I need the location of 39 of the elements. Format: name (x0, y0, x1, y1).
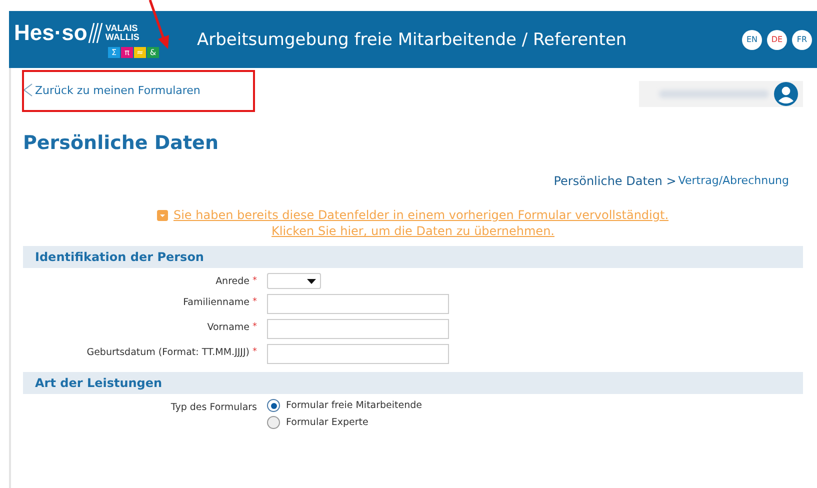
user-menu[interactable] (639, 81, 803, 107)
radio-button[interactable] (267, 416, 280, 429)
app-title: Arbeitsumgebung freie Mitarbeitende / Referenten (197, 30, 628, 50)
logo-tile: Σ (108, 47, 120, 58)
breadcrumb-item[interactable]: Vertrag/Abrechnung (678, 174, 789, 188)
logo-region-text: VALAIS (105, 24, 139, 33)
language-button[interactable]: EN (742, 30, 762, 50)
field-label: Typ des Formulars (170, 402, 257, 413)
caret-icon (307, 279, 316, 284)
input-field[interactable] (267, 294, 449, 314)
logo-tile: ≈ (134, 47, 146, 58)
breadcrumb-item[interactable]: Persönliche Daten > (554, 174, 676, 188)
page-title: Persönliche Daten (23, 132, 220, 154)
input-field[interactable] (267, 319, 449, 339)
input-field[interactable] (267, 344, 449, 364)
required-mark: * (252, 297, 257, 308)
field-label: Geburtsdatum (Format: TT.MM.JJJJ) (86, 347, 250, 358)
radio-label: Formular freie Mitarbeitende (286, 400, 422, 411)
logo-region-text: WALLIS (105, 33, 140, 42)
required-mark: * (252, 276, 257, 287)
field-label: Anrede (216, 276, 250, 287)
logo-tile: π (121, 47, 133, 58)
section-title: Art der Leistungen (35, 376, 162, 390)
back-link[interactable]: Zurück zu meinen Formularen (35, 84, 200, 96)
radio-label: Formular Experte (286, 417, 368, 428)
logo-tile: & (147, 47, 159, 58)
logo-wordmark: Hes·so (14, 21, 88, 45)
language-button[interactable]: FR (792, 30, 812, 50)
user-avatar-icon (773, 81, 799, 107)
salutation-dropdown[interactable] (267, 273, 321, 289)
required-mark: * (252, 347, 257, 358)
slashes-icon (88, 23, 104, 43)
field-label: Vorname (207, 322, 250, 333)
required-mark: * (252, 322, 257, 333)
field-label: Familienname (183, 297, 250, 308)
radio-button[interactable] (267, 399, 280, 412)
section-title: Identifikation der Person (35, 250, 204, 264)
download-icon (157, 210, 168, 220)
language-button[interactable]: DE (767, 30, 787, 50)
